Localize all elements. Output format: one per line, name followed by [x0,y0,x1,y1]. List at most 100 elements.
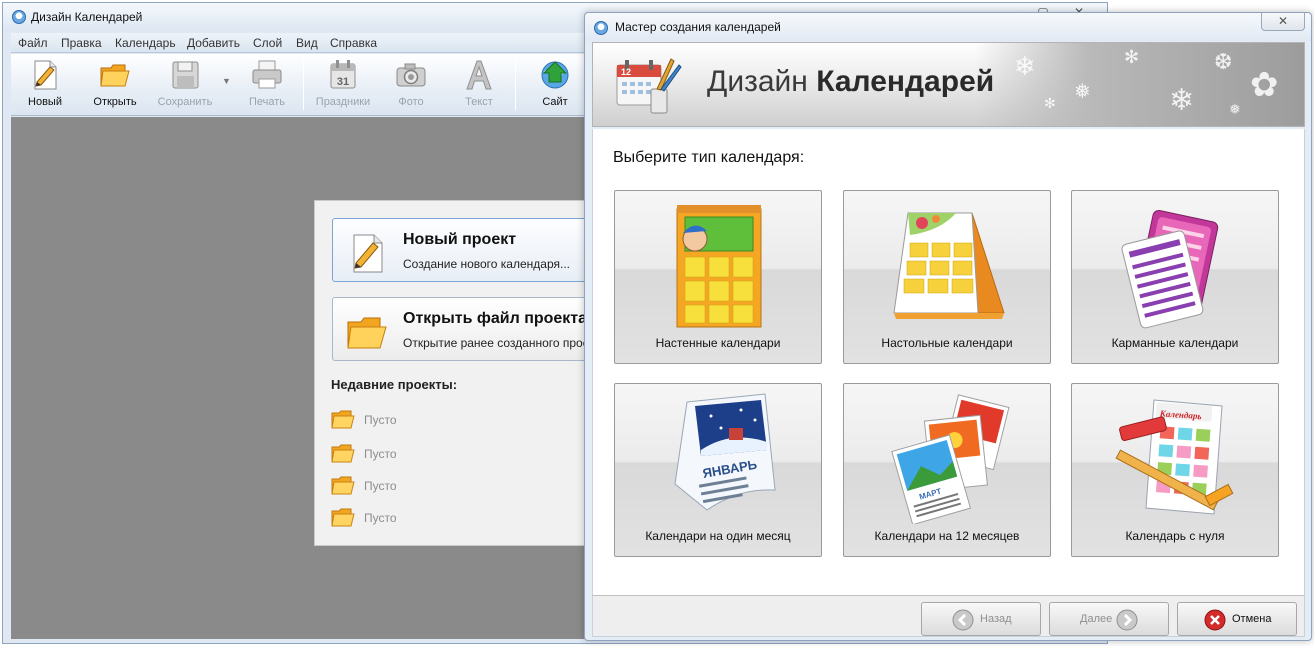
calendar-type-label: Настенные календари [655,336,781,350]
arrow-right-icon [1116,609,1138,631]
arrow-left-icon [952,609,974,631]
text-letter-icon [466,60,492,90]
folder-icon [331,476,355,495]
new-project-icon [353,234,383,273]
calendar-type-one-month[interactable]: ЯНВАРЬ Календари на один месяц [614,383,822,557]
twelve-month-calendar-icon: МАРТ [891,394,1010,524]
pocket-calendar-icon [1121,209,1219,329]
snowflake-icon: ✻ [1044,95,1056,111]
folder-icon [331,410,355,429]
snowflake-icon: ❅ [1074,81,1091,103]
back-button[interactable]: Назад [921,602,1041,636]
recent-project-label: Пусто [364,413,397,427]
folder-icon [331,444,355,463]
save-disk-icon [172,61,199,89]
banner-title-light: Дизайн [707,65,808,98]
holidays-button-label: Праздники [315,96,371,108]
save-dropdown-icon[interactable]: ▼ [222,76,231,86]
calendar-type-wall[interactable]: Настенные календари [614,190,822,364]
toolbar-separator [515,60,516,110]
snowflake-icon: ❄ [1014,51,1036,81]
from-scratch-calendar-icon: Календарь [1115,399,1234,515]
open-project-title: Открыть файл проекта [403,310,588,327]
calendar-type-from-scratch[interactable]: Календарь Календарь с нуля [1071,383,1279,557]
snowflake-icon: ❆ [1214,49,1233,74]
cancel-button[interactable]: Отмена [1177,602,1297,636]
print-button-label: Печать [248,96,286,108]
new-button[interactable]: Новый [15,58,75,112]
photo-button[interactable]: Фото [381,58,441,112]
wizard-title: Мастер создания календарей [615,20,781,34]
holidays-button[interactable]: 31 Праздники [313,58,373,112]
desk-calendar-icon [893,212,1005,319]
cancel-button-label: Отмена [1232,613,1272,625]
wizard-titlebar[interactable]: Мастер создания календарей ✕ [585,13,1311,41]
new-button-label: Новый [28,96,62,108]
menu-edit[interactable]: Правка [61,36,102,50]
snowflake-icon: ❅ [1229,101,1241,117]
cancel-x-icon [1204,609,1226,631]
calendar-type-pocket[interactable]: Карманные календари [1071,190,1279,364]
recent-project-label: Пусто [364,447,397,461]
site-button[interactable]: Сайт [525,58,585,112]
recent-project-label: Пусто [364,479,397,493]
holidays-calendar-icon: 31 [330,60,356,89]
banner-icon-number: 12 [621,67,631,77]
open-folder-icon [100,64,130,87]
printer-icon [252,60,282,89]
text-button[interactable]: Текст [449,58,509,112]
text-button-label: Текст [465,96,493,108]
next-button-label: Далее [1080,613,1113,625]
menu-calendar[interactable]: Календарь [115,36,176,50]
wall-calendar-icon [676,205,762,328]
calendar-type-label: Настольные календари [881,336,1013,350]
open-project-subtitle: Открытие ранее созданного проекта [403,336,607,350]
menu-add[interactable]: Добавить [187,36,240,50]
wizard-close-button[interactable]: ✕ [1261,13,1305,31]
holidays-icon-number: 31 [337,76,349,88]
open-button-label: Открыть [93,96,137,108]
photo-button-label: Фото [398,96,424,108]
folder-icon [331,508,355,527]
globe-home-icon [541,61,569,89]
one-month-calendar-icon: ЯНВАРЬ [674,393,776,511]
wizard-banner: ❄ ❅ ✻ ❄ ❆ ✿ ✻ ❅ 12 Дизайн Календарей [592,42,1305,127]
menu-file[interactable]: Файл [18,36,48,50]
camera-icon [396,63,426,87]
toolbar-separator [303,60,304,110]
banner-snowflake-pattern: ❄ ❅ ✻ ❄ ❆ ✿ ✻ ❅ [974,43,1304,126]
calendar-type-prompt: Выберите тип календаря: [613,149,805,166]
snowflake-icon: ❄ [1169,84,1195,117]
open-button[interactable]: Открыть [85,58,145,112]
save-button-label: Сохранить [157,96,213,108]
open-project-card[interactable]: Открыть файл проекта Открытие ранее созд… [332,297,607,361]
wizard-footer: Назад Далее Отмена [592,595,1305,637]
start-panel: Новый проект Создание нового календаря..… [314,200,607,546]
menu-view[interactable]: Вид [296,36,318,50]
new-project-title: Новый проект [403,231,517,248]
new-project-subtitle: Создание нового календаря... [403,257,570,271]
back-button-label: Назад [980,613,1012,625]
open-project-folder-icon [347,317,387,349]
new-document-icon [34,60,57,90]
recent-projects-title: Недавние проекты: [331,377,458,392]
calendar-type-label: Календари на 12 месяцев [874,529,1020,543]
main-window-title: Дизайн Календарей [31,10,143,24]
wizard-app-icon [594,21,608,35]
calendar-type-twelve-months[interactable]: МАРТ Календари на 12 месяцев [843,383,1051,557]
menu-layer[interactable]: Слой [253,36,282,50]
next-button[interactable]: Далее [1049,602,1169,636]
app-logo-icon [12,10,26,24]
wizard-body: Выберите тип календаря: Настенные календ… [592,129,1305,595]
calendar-brushes-logo-icon: 12 [616,58,682,114]
snowflake-icon: ✻ [1124,47,1140,67]
new-project-card[interactable]: Новый проект Создание нового календаря..… [332,218,602,282]
save-button[interactable]: Сохранить [155,58,215,112]
calendar-type-desk[interactable]: Настольные календари [843,190,1051,364]
recent-project-label: Пусто [364,511,397,525]
print-button[interactable]: Печать [237,58,297,112]
menu-help[interactable]: Справка [330,36,377,50]
banner-title-bold: Календарей [816,65,995,98]
calendar-type-label: Карманные календари [1111,336,1239,350]
banner-title: Дизайн Календарей [707,65,994,99]
